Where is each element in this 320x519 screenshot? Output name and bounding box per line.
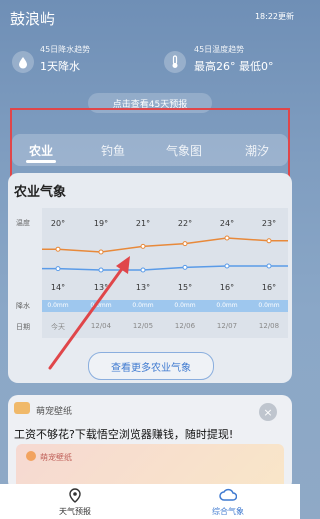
high-temp: 23°	[261, 219, 277, 228]
precip-value: 0.0mm	[258, 302, 280, 309]
temp-trend-value: 最高26° 最低0°	[194, 60, 274, 73]
pet-icon	[26, 451, 36, 461]
date-row-label: 日期	[16, 323, 30, 331]
rain-trend-value: 1天降水	[40, 60, 80, 73]
update-time: 18:22更新	[254, 12, 294, 21]
high-temp-point	[140, 243, 146, 249]
precip-row-label: 降水	[16, 302, 30, 310]
more-agri-button[interactable]: 查看更多农业气象	[88, 352, 214, 380]
close-icon[interactable]: ×	[259, 403, 277, 421]
high-temp: 19°	[93, 219, 109, 228]
high-temp: 24°	[219, 219, 235, 228]
cloud-icon[interactable]	[213, 488, 243, 502]
low-temp-point	[182, 264, 188, 270]
bottom-nav	[0, 484, 300, 519]
ad-headline[interactable]: 工资不够花?下载悟空浏览器赚钱，随时提现!	[14, 426, 233, 442]
date-label: 12/08	[258, 322, 280, 330]
high-temp-point	[266, 238, 272, 244]
low-temp: 16°	[261, 283, 277, 292]
thermometer-icon	[164, 51, 186, 73]
rain-trend[interactable]: 45日降水趋势 1天降水	[40, 44, 90, 74]
high-temp: 21°	[135, 219, 151, 228]
date-label: 12/07	[216, 322, 238, 330]
ad-brand: 萌宠壁纸	[36, 407, 73, 417]
low-temp-point	[224, 263, 230, 269]
low-temp: 15°	[177, 283, 193, 292]
ad-banner-text: 萌宠壁纸	[40, 453, 72, 462]
temp-row-label: 温度	[16, 219, 30, 227]
high-temp-point	[182, 241, 188, 247]
precip-value: 0.0mm	[174, 302, 196, 309]
rain-trend-subtitle: 45日降水趋势	[40, 45, 91, 54]
date-label: 12/06	[174, 322, 196, 330]
high-temp: 20°	[50, 219, 66, 228]
ad-logo-icon	[14, 402, 30, 414]
nav-general[interactable]: 综合气象	[206, 506, 250, 517]
low-temp: 16°	[219, 283, 235, 292]
nav-forecast[interactable]: 天气预报	[55, 506, 95, 517]
low-temp-point	[140, 267, 146, 273]
precip-value: 0.0mm	[216, 302, 238, 309]
high-temp: 22°	[177, 219, 193, 228]
city-title[interactable]: 鼓浪屿	[10, 8, 55, 29]
low-temp-point	[266, 263, 272, 269]
high-temp-point	[224, 235, 230, 241]
temp-trend[interactable]: 45日温度趋势 最高26° 最低0°	[194, 44, 274, 74]
raindrop-icon	[12, 51, 34, 73]
temp-trend-subtitle: 45日温度趋势	[194, 45, 245, 54]
location-pin-icon[interactable]	[60, 488, 90, 504]
agri-title: 农业气象	[14, 185, 67, 200]
